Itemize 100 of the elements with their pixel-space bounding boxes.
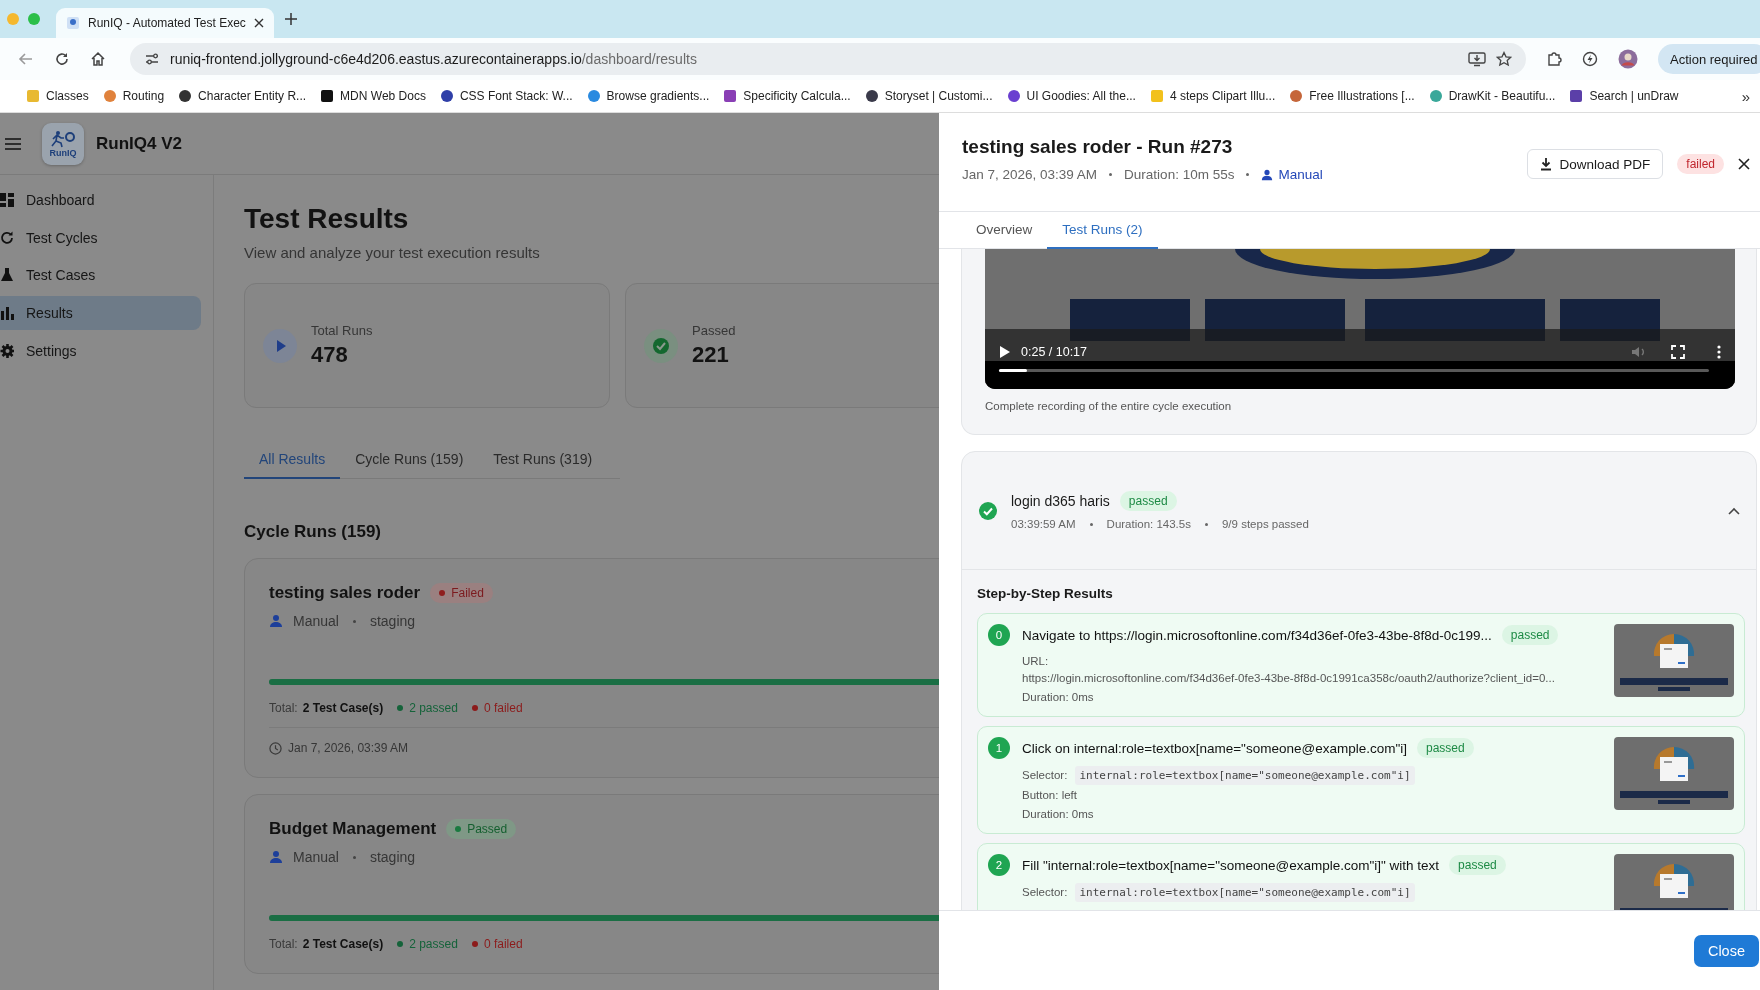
bookmark-link[interactable]: Specificity Calcula...: [743, 89, 851, 103]
check-circle-icon: [979, 501, 997, 520]
bookmark-link[interactable]: CSS Font Stack: W...: [459, 89, 573, 103]
play-icon: [263, 328, 297, 363]
page-icon: [66, 16, 80, 30]
bookmark-link[interactable]: UI Goodies: All the...: [1026, 89, 1136, 103]
video-caption: Complete recording of the entire cycle execution: [985, 400, 1233, 412]
home-icon[interactable]: [90, 51, 106, 67]
run-duration: Duration: 10m 55s: [1124, 167, 1235, 182]
bookmark-link[interactable]: Search | unDraw: [1589, 89, 1679, 103]
step-detail: Duration: 0ms: [1022, 690, 1095, 705]
results-tab[interactable]: Cycle Runs (159): [340, 441, 479, 479]
bookmark-link[interactable]: Classes: [46, 89, 89, 103]
step-number: 1: [988, 737, 1010, 759]
status-badge: Passed: [446, 819, 517, 839]
steps-title: Step-by-Step Results: [977, 586, 1114, 601]
status-badge: passed: [1501, 625, 1559, 645]
passed-count: 2 passed: [397, 937, 458, 951]
tune-icon[interactable]: [144, 51, 160, 67]
profile-button[interactable]: Action required: [1658, 44, 1760, 74]
back-arrow-icon[interactable]: [18, 51, 34, 67]
browser-tab[interactable]: RunIQ - Automated Test Exec: [56, 8, 274, 38]
cycle-run-card[interactable]: testing sales roder Failed Manual staging Total: 2 Test Case(s) 2 passed 0 failed Jan 7, 2026, 03:39 AM: [244, 558, 939, 778]
step-title: Navigate to https://login.microsoftonline.com/f34d36ef-0fe3-43be-8f8d-0c199...: [1022, 627, 1492, 643]
nav-item[interactable]: Settings: [0, 333, 201, 368]
nav-item[interactable]: Dashboard: [0, 183, 201, 217]
cycle-run-card[interactable]: Budget Management Passed Manual staging Total: 2 Test Case(s) 2 passed 0 failed: [244, 794, 939, 974]
step-title: Click on internal:role=textbox[name="someone@example.com"i]: [1022, 740, 1407, 756]
passed-count: 2 passed: [397, 701, 458, 715]
cycle-name: testing sales roder: [269, 583, 421, 603]
address-bar[interactable]: runiq-frontend.jollyground-c6e4d206.eastus.azurecontainerapps.io/dashboard/results: [130, 43, 1526, 75]
status-badge: passed: [1417, 738, 1474, 758]
cycle-name: Budget Management: [269, 819, 437, 839]
bookmark-link[interactable]: Browse gradients...: [606, 89, 710, 103]
status-badge: passed: [1449, 855, 1506, 875]
fullscreen-icon[interactable]: [1671, 345, 1685, 359]
download-pdf-button[interactable]: Download PDF: [1526, 149, 1664, 179]
runner-gear-icon: [50, 129, 76, 148]
step-title: Fill "internal:role=textbox[name="someone@example.com"i]" with text: [1022, 857, 1440, 873]
avatar-icon[interactable]: [1618, 49, 1638, 69]
bookmark-link[interactable]: Routing: [122, 89, 165, 103]
steps-summary: 9/9 steps passed: [1221, 518, 1309, 530]
selector-code: internal:role=textbox[name="someone@example.com"i]: [1075, 883, 1415, 902]
person-icon: [269, 614, 283, 628]
step-detail: Duration: 0ms: [1022, 807, 1095, 822]
reload-icon[interactable]: [54, 51, 70, 67]
stat-value: 221: [692, 342, 730, 368]
results-tab[interactable]: Test Runs (319): [478, 441, 608, 479]
bookmark-link[interactable]: 4 steps Clipart Illu...: [1169, 89, 1276, 103]
volume-icon[interactable]: [1631, 345, 1647, 359]
trigger-label: Manual: [293, 849, 339, 865]
trigger-link[interactable]: Manual: [1261, 167, 1323, 182]
person-icon: [1261, 168, 1274, 181]
nav-item[interactable]: Test Cases: [0, 258, 201, 293]
play-icon[interactable]: [999, 345, 1011, 359]
url-text: runiq-frontend.jollyground-c6e4d206.eastus.azurecontainerapps.io/dashboard/results: [170, 51, 698, 67]
video-time: 0:25 / 10:17: [1021, 345, 1089, 359]
status-badge: failed: [1677, 154, 1724, 174]
status-badge: Failed: [430, 583, 493, 603]
close-icon[interactable]: [1738, 158, 1750, 170]
stat-label: Passed: [692, 323, 736, 338]
bookmark-link[interactable]: MDN Web Docs: [340, 89, 426, 103]
video-player[interactable]: 0:25 / 10:17: [985, 249, 1735, 389]
plus-icon[interactable]: [283, 12, 298, 26]
run-time: 03:39:59 AM: [1011, 518, 1076, 530]
bar-chart-icon: [0, 305, 14, 322]
environment-label: staging: [369, 613, 416, 629]
app-name: RunIQ4 V2: [96, 133, 182, 154]
bookmark-link[interactable]: DrawKit - Beautifu...: [1448, 89, 1556, 103]
stat-value: 478: [311, 342, 349, 368]
panel-title: testing sales roder - Run #273: [962, 135, 1234, 159]
total-label: Total:: [269, 701, 298, 715]
detail-label: Selector:: [1022, 885, 1068, 900]
install-icon[interactable]: [1468, 51, 1486, 67]
panel-tab[interactable]: Overview: [961, 212, 1048, 249]
failed-count: 0 failed: [471, 937, 523, 951]
video-progress-bar[interactable]: [999, 369, 1709, 372]
close-icon[interactable]: [253, 18, 264, 28]
bolt-icon[interactable]: [1582, 51, 1598, 67]
more-icon[interactable]: [1717, 345, 1721, 359]
app-logo: RunIQ: [42, 122, 84, 165]
step-detail: URL: https://login.microsoftonline.com/f34d36ef-0fe3-43be-8f8d-0c1991ca358c/oauth2/authorize?client_id=0...: [1022, 654, 1556, 686]
page-title: Test Results: [244, 202, 410, 236]
more-bookmarks-button[interactable]: »: [1741, 87, 1750, 105]
bookmark-link[interactable]: Free Illustrations [...: [1309, 89, 1415, 103]
nav-item[interactable]: Results: [0, 296, 201, 331]
run-date: Jan 7, 2026, 03:39 AM: [962, 167, 1098, 182]
step-number: 2: [988, 854, 1010, 876]
puzzle-icon[interactable]: [1546, 51, 1562, 67]
bookmark-link[interactable]: Storyset | Customi...: [884, 89, 993, 103]
selector-code: internal:role=textbox[name="someone@example.com"i]: [1075, 766, 1415, 785]
total-value: 2 Test Case(s): [302, 701, 384, 715]
close-button[interactable]: Close: [1693, 934, 1759, 967]
bookmark-link[interactable]: Character Entity R...: [198, 89, 307, 103]
chevron-up-icon[interactable]: [1728, 506, 1740, 515]
menu-icon[interactable]: [5, 137, 21, 150]
total-value: 2 Test Case(s): [302, 937, 384, 951]
star-icon[interactable]: [1496, 51, 1512, 67]
nav-item[interactable]: Test Cycles: [0, 220, 201, 255]
page-subtitle: View and analyze your test execution results: [244, 244, 541, 261]
